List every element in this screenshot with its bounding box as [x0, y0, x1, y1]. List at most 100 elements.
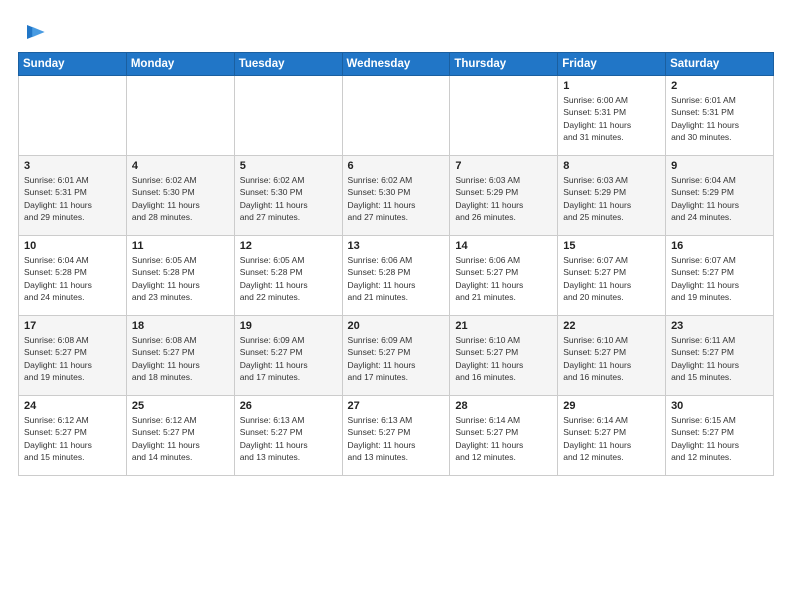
calendar-cell: 25 Sunrise: 6:12 AMSunset: 5:27 PMDayligh…: [126, 396, 234, 476]
week-row-2: 3Sunrise: 6:01 AMSunset: 5:31 PMDaylight…: [19, 156, 774, 236]
header-saturday: Saturday: [666, 53, 774, 76]
calendar-cell: 7 Sunrise: 6:03 AMSunset: 5:29 PMDaylight…: [450, 156, 558, 236]
day-number: 30: [671, 400, 769, 412]
day-number: 3: [24, 160, 122, 172]
logo: [18, 18, 48, 46]
day-number: 17: [24, 320, 122, 332]
header-sunday: Sunday: [19, 53, 127, 76]
day-info: Sunrise: 6:06 AMSunset: 5:27 PMDaylight:…: [455, 254, 553, 303]
day-info: Sunrise: 6:08 AMSunset: 5:27 PMDaylight:…: [24, 334, 122, 383]
day-info: Sunrise: 6:09 AMSunset: 5:27 PMDaylight:…: [348, 334, 446, 383]
day-number: 18: [132, 320, 230, 332]
calendar-cell: [126, 76, 234, 156]
calendar-cell: 10 Sunrise: 6:04 AMSunset: 5:28 PMDayligh…: [19, 236, 127, 316]
day-number: 11: [132, 240, 230, 252]
calendar-cell: 9 Sunrise: 6:04 AMSunset: 5:29 PMDaylight…: [666, 156, 774, 236]
day-info: Sunrise: 6:04 AMSunset: 5:28 PMDaylight:…: [24, 254, 122, 303]
calendar-cell: [450, 76, 558, 156]
day-number: 4: [132, 160, 230, 172]
calendar-cell: 27Sunrise: 6:13 AMSunset: 5:27 PMDayligh…: [342, 396, 450, 476]
page: SundayMondayTuesdayWednesdayThursdayFrid…: [0, 0, 792, 612]
day-info: Sunrise: 6:02 AMSunset: 5:30 PMDaylight:…: [132, 174, 230, 223]
day-info: Sunrise: 6:10 AMSunset: 5:27 PMDaylight:…: [563, 334, 661, 383]
day-number: 14: [455, 240, 553, 252]
logo-icon: [20, 18, 48, 46]
calendar-cell: [19, 76, 127, 156]
calendar-cell: 29Sunrise: 6:14 AMSunset: 5:27 PMDayligh…: [558, 396, 666, 476]
day-info: Sunrise: 6:08 AMSunset: 5:27 PMDaylight:…: [132, 334, 230, 383]
day-info: Sunrise: 6:07 AMSunset: 5:27 PMDaylight:…: [563, 254, 661, 303]
day-number: 9: [671, 160, 769, 172]
calendar-cell: 16Sunrise: 6:07 AMSunset: 5:27 PMDayligh…: [666, 236, 774, 316]
week-row-3: 10 Sunrise: 6:04 AMSunset: 5:28 PMDayligh…: [19, 236, 774, 316]
calendar-cell: 23 Sunrise: 6:11 AMSunset: 5:27 PMDayligh…: [666, 316, 774, 396]
header-friday: Friday: [558, 53, 666, 76]
day-number: 27: [348, 400, 446, 412]
day-number: 21: [455, 320, 553, 332]
day-number: 24: [24, 400, 122, 412]
day-info: Sunrise: 6:07 AMSunset: 5:27 PMDaylight:…: [671, 254, 769, 303]
day-info: Sunrise: 6:04 AMSunset: 5:29 PMDaylight:…: [671, 174, 769, 223]
calendar-cell: 21 Sunrise: 6:10 AMSunset: 5:27 PMDayligh…: [450, 316, 558, 396]
day-number: 23: [671, 320, 769, 332]
calendar-cell: 8Sunrise: 6:03 AMSunset: 5:29 PMDaylight…: [558, 156, 666, 236]
day-info: Sunrise: 6:15 AMSunset: 5:27 PMDaylight:…: [671, 414, 769, 463]
day-info: Sunrise: 6:00 AMSunset: 5:31 PMDaylight:…: [563, 94, 661, 143]
header-thursday: Thursday: [450, 53, 558, 76]
day-info: Sunrise: 6:14 AMSunset: 5:27 PMDaylight:…: [455, 414, 553, 463]
calendar-cell: 24Sunrise: 6:12 AMSunset: 5:27 PMDayligh…: [19, 396, 127, 476]
calendar-cell: 6 Sunrise: 6:02 AMSunset: 5:30 PMDaylight…: [342, 156, 450, 236]
day-info: Sunrise: 6:03 AMSunset: 5:29 PMDaylight:…: [563, 174, 661, 223]
week-row-1: 1 Sunrise: 6:00 AMSunset: 5:31 PMDaylight…: [19, 76, 774, 156]
header-tuesday: Tuesday: [234, 53, 342, 76]
day-info: Sunrise: 6:03 AMSunset: 5:29 PMDaylight:…: [455, 174, 553, 223]
day-number: 25: [132, 400, 230, 412]
header-monday: Monday: [126, 53, 234, 76]
calendar-cell: 22 Sunrise: 6:10 AMSunset: 5:27 PMDayligh…: [558, 316, 666, 396]
header: [18, 18, 774, 46]
calendar-cell: 14 Sunrise: 6:06 AMSunset: 5:27 PMDayligh…: [450, 236, 558, 316]
day-info: Sunrise: 6:13 AMSunset: 5:27 PMDaylight:…: [240, 414, 338, 463]
calendar-cell: 2Sunrise: 6:01 AMSunset: 5:31 PMDaylight…: [666, 76, 774, 156]
week-row-4: 17 Sunrise: 6:08 AMSunset: 5:27 PMDayligh…: [19, 316, 774, 396]
day-info: Sunrise: 6:05 AMSunset: 5:28 PMDaylight:…: [132, 254, 230, 303]
day-number: 6: [348, 160, 446, 172]
day-number: 22: [563, 320, 661, 332]
week-row-5: 24 Sunrise: 6:12 AMSunset: 5:27 PMDayligh…: [19, 396, 774, 476]
day-info: Sunrise: 6:12 AMSunset: 5:27 PMDaylight:…: [132, 414, 230, 463]
day-info: Sunrise: 6:14 AMSunset: 5:27 PMDaylight:…: [563, 414, 661, 463]
calendar-cell: 11 Sunrise: 6:05 AMSunset: 5:28 PMDayligh…: [126, 236, 234, 316]
calendar-cell: 12 Sunrise: 6:05 AMSunset: 5:28 PMDayligh…: [234, 236, 342, 316]
calendar-cell: 28 Sunrise: 6:14 AMSunset: 5:27 PMDayligh…: [450, 396, 558, 476]
day-info: Sunrise: 6:11 AMSunset: 5:27 PMDaylight:…: [671, 334, 769, 383]
day-info: Sunrise: 6:10 AMSunset: 5:27 PMDaylight:…: [455, 334, 553, 383]
day-number: 13: [348, 240, 446, 252]
calendar-cell: 13 Sunrise: 6:06 AMSunset: 5:28 PMDayligh…: [342, 236, 450, 316]
calendar-cell: 18 Sunrise: 6:08 AMSunset: 5:27 PMDayligh…: [126, 316, 234, 396]
header-wednesday: Wednesday: [342, 53, 450, 76]
calendar-cell: 5 Sunrise: 6:02 AMSunset: 5:30 PMDaylight…: [234, 156, 342, 236]
day-info: Sunrise: 6:02 AMSunset: 5:30 PMDaylight:…: [348, 174, 446, 223]
calendar-cell: 20 Sunrise: 6:09 AMSunset: 5:27 PMDayligh…: [342, 316, 450, 396]
day-number: 7: [455, 160, 553, 172]
calendar-cell: 1 Sunrise: 6:00 AMSunset: 5:31 PMDaylight…: [558, 76, 666, 156]
day-number: 5: [240, 160, 338, 172]
day-number: 1: [563, 80, 661, 92]
day-number: 20: [348, 320, 446, 332]
calendar-cell: [342, 76, 450, 156]
calendar-cell: 4 Sunrise: 6:02 AMSunset: 5:30 PMDaylight…: [126, 156, 234, 236]
day-info: Sunrise: 6:02 AMSunset: 5:30 PMDaylight:…: [240, 174, 338, 223]
calendar-cell: 3Sunrise: 6:01 AMSunset: 5:31 PMDaylight…: [19, 156, 127, 236]
day-info: Sunrise: 6:06 AMSunset: 5:28 PMDaylight:…: [348, 254, 446, 303]
calendar-cell: 19Sunrise: 6:09 AMSunset: 5:27 PMDayligh…: [234, 316, 342, 396]
day-number: 15: [563, 240, 661, 252]
calendar-cell: 15 Sunrise: 6:07 AMSunset: 5:27 PMDayligh…: [558, 236, 666, 316]
day-number: 10: [24, 240, 122, 252]
calendar-cell: 26Sunrise: 6:13 AMSunset: 5:27 PMDayligh…: [234, 396, 342, 476]
calendar-cell: [234, 76, 342, 156]
day-info: Sunrise: 6:05 AMSunset: 5:28 PMDaylight:…: [240, 254, 338, 303]
day-number: 12: [240, 240, 338, 252]
day-number: 28: [455, 400, 553, 412]
day-number: 19: [240, 320, 338, 332]
calendar-header-row: SundayMondayTuesdayWednesdayThursdayFrid…: [19, 53, 774, 76]
